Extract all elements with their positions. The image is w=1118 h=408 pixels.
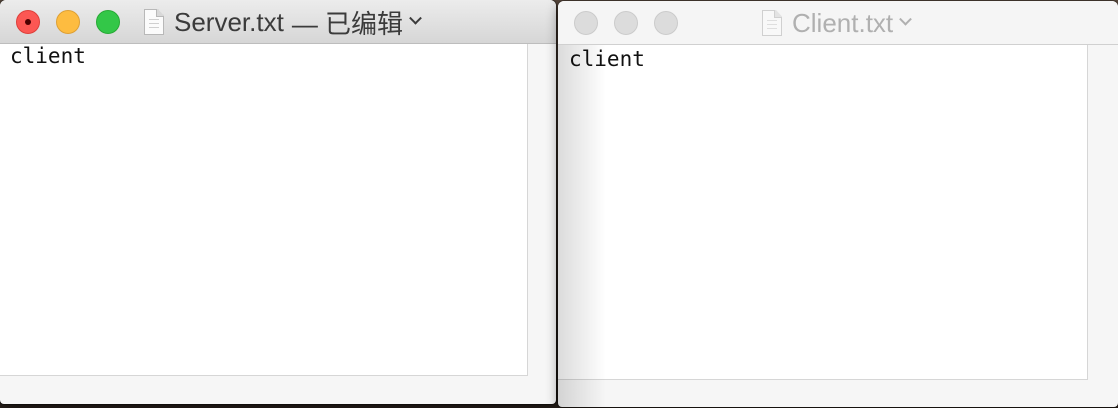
server-window: Server.txt — 已编辑 client [0, 0, 556, 404]
chevron-down-icon[interactable] [899, 12, 913, 26]
edited-status: — 已编辑 [291, 8, 404, 39]
window-title-text: Client.txt [792, 7, 894, 38]
minimize-icon[interactable] [56, 10, 80, 34]
zoom-icon[interactable] [654, 11, 678, 35]
chevron-down-icon[interactable] [409, 11, 422, 25]
minimize-icon[interactable] [614, 11, 638, 35]
editor-text: client [569, 47, 645, 71]
document-icon[interactable] [144, 9, 164, 35]
close-icon[interactable] [16, 10, 40, 34]
window-title-text: Server.txt [174, 6, 284, 37]
window-title[interactable]: Server.txt — 已编辑 [144, 0, 422, 44]
client-window: Client.txt client [558, 1, 1118, 407]
server-titlebar[interactable]: Server.txt — 已编辑 [0, 0, 556, 44]
text-editor[interactable]: client [0, 44, 528, 376]
document-icon[interactable] [762, 10, 782, 36]
zoom-icon[interactable] [96, 10, 120, 34]
client-titlebar[interactable]: Client.txt [558, 1, 1118, 45]
text-editor[interactable]: client [558, 45, 1088, 380]
editor-text: client [10, 44, 86, 68]
close-icon[interactable] [574, 11, 598, 35]
window-title[interactable]: Client.txt [762, 1, 913, 45]
